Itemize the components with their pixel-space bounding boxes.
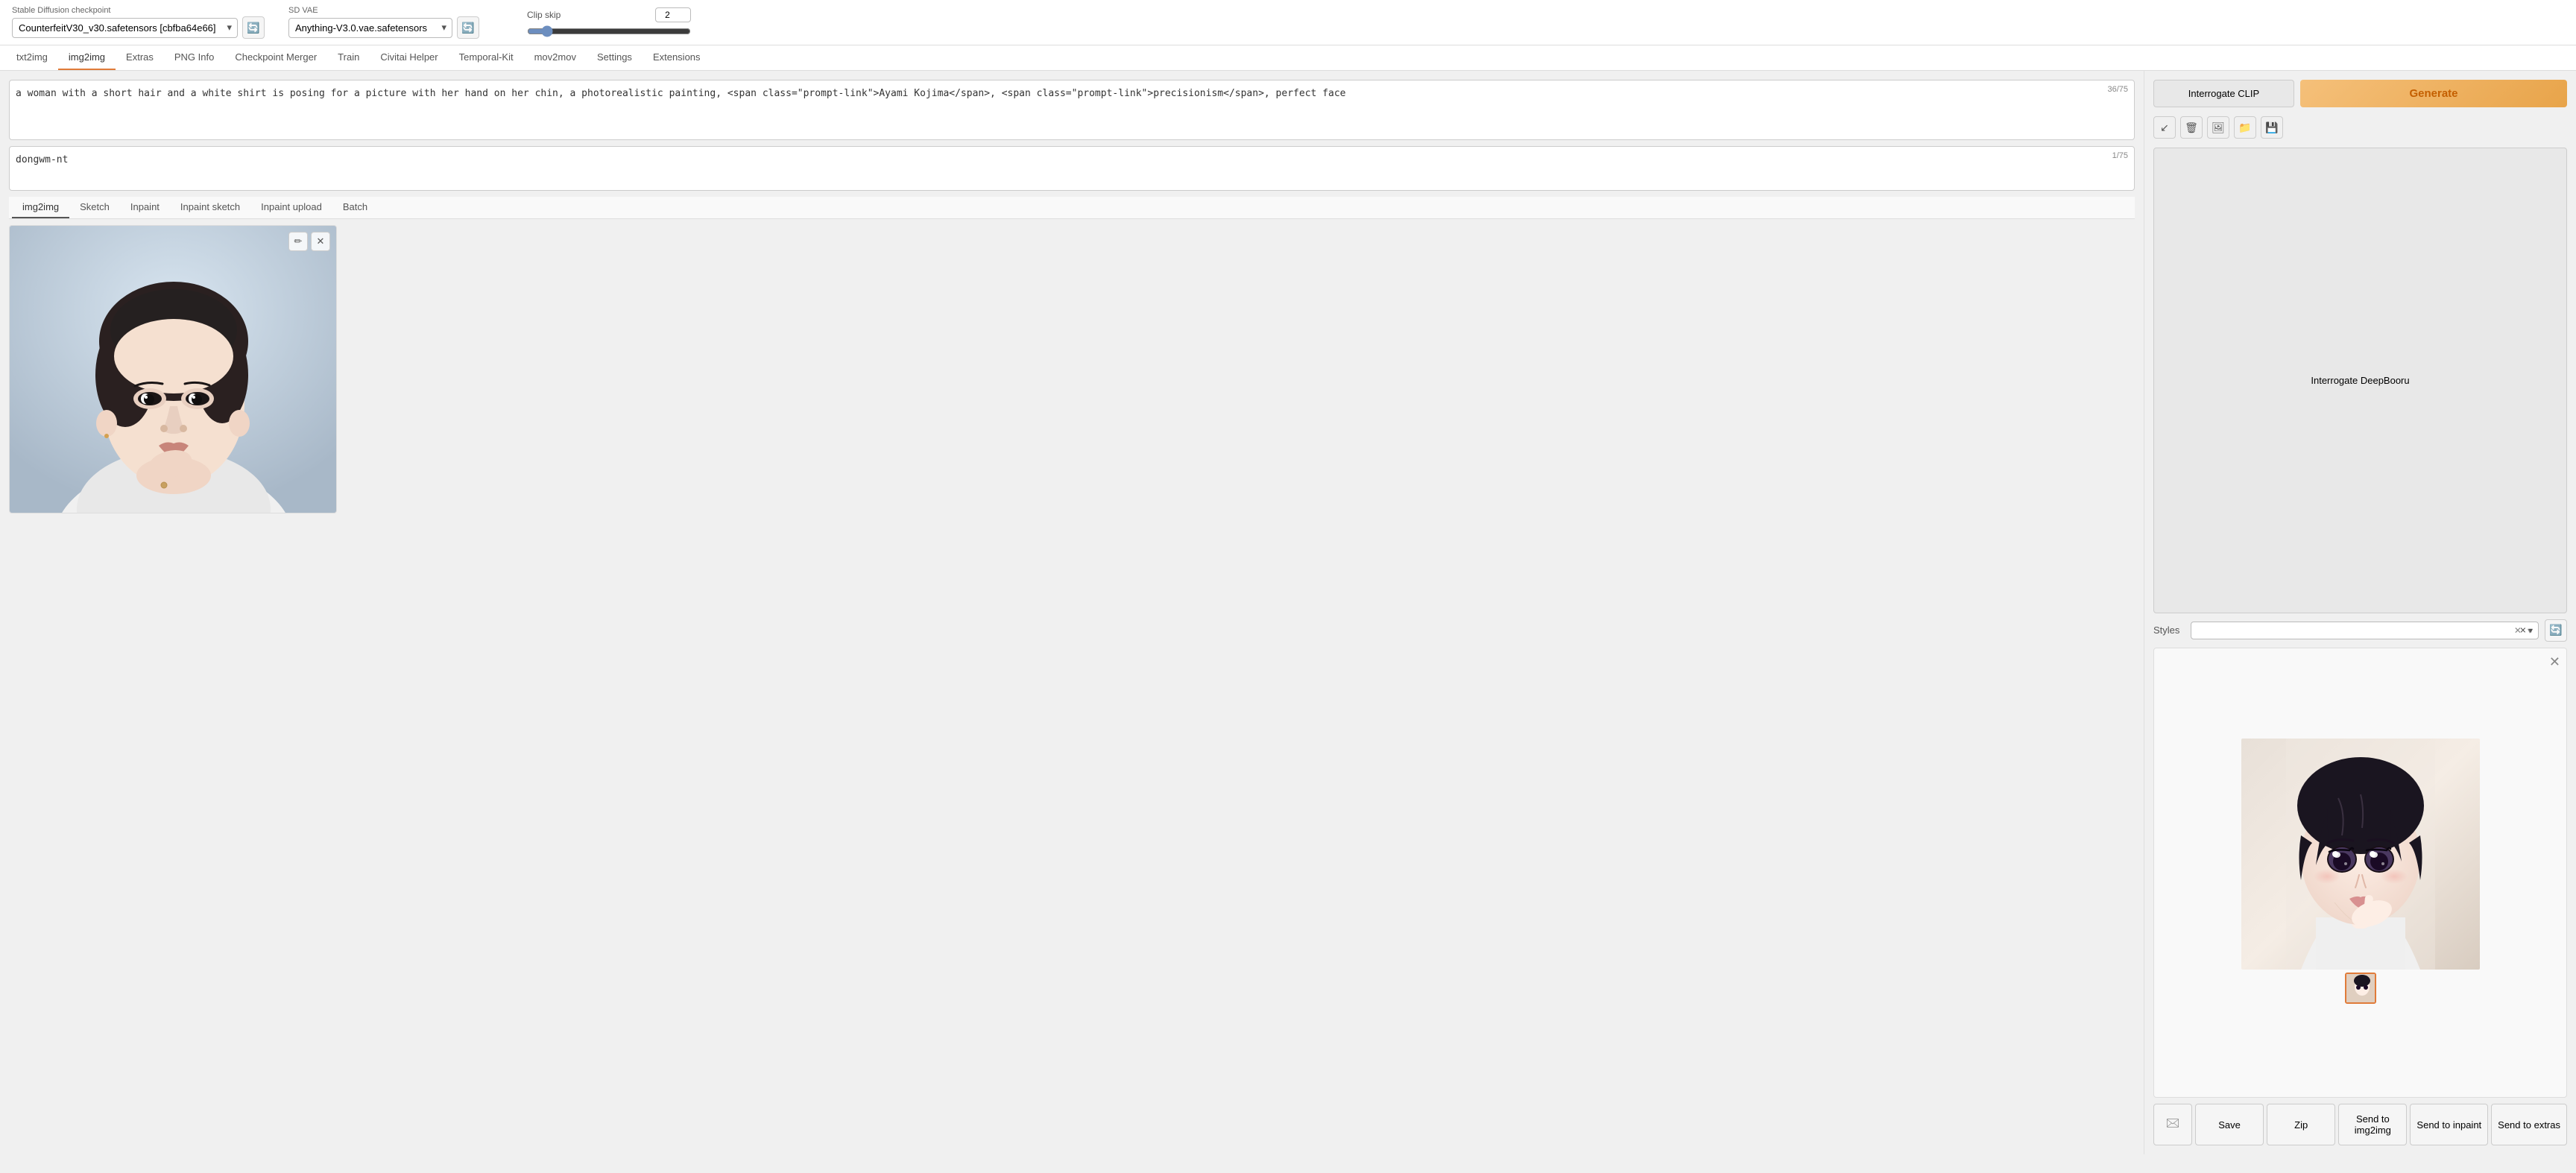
toolbar-icons: ↙ 🗑 🖼 📁 💾 [2153,113,2567,142]
clip-skip-header: Clip skip [527,7,691,22]
styles-row: Styles ✕ ▾ 🔄 [2153,619,2567,642]
send-to-img2img-icon-btn[interactable]: ↙ [2153,116,2176,139]
subtab-inpaint-upload[interactable]: Inpaint upload [250,197,332,218]
checkpoint-label: Stable Diffusion checkpoint [12,6,265,15]
subtab-batch[interactable]: Batch [332,197,378,218]
generated-image-svg [2241,739,2480,970]
vae-section: SD VAE Anything-V3.0.vae.safetensors 🔄 [288,6,479,39]
right-panel: Interrogate CLIP Generate ↙ 🗑 🖼 📁 💾 Inte… [2144,71,2576,1154]
vae-refresh-btn[interactable]: 🔄 [457,16,479,39]
send-to-img2img-btn[interactable]: Send to img2img [2338,1104,2407,1145]
interrogate-clip-btn[interactable]: Interrogate CLIP [2153,80,2294,107]
subtab-sketch[interactable]: Sketch [69,197,120,218]
zip-icon-btn[interactable]: 💾 [2261,116,2283,139]
clip-skip-value[interactable] [655,7,691,22]
folder-icon-btn[interactable]: 📁 [2234,116,2256,139]
positive-prompt-area: 36/75 a woman with a short hair and a wh… [9,80,2135,140]
image-edit-btn[interactable]: ✏ [288,232,308,251]
image-icon-btn[interactable]: 🖼 [2207,116,2229,139]
tab-civitai-helper[interactable]: Civitai Helper [370,45,448,70]
checkpoint-select-container[interactable]: CounterfeitV30_v30.safetensors [cbfba64e… [12,18,238,38]
checkpoint-section: Stable Diffusion checkpoint CounterfeitV… [12,6,265,39]
vae-select-wrap: Anything-V3.0.vae.safetensors 🔄 [288,16,479,39]
subtab-inpaint-sketch[interactable]: Inpaint sketch [170,197,250,218]
tab-mov2mov[interactable]: mov2mov [524,45,587,70]
tab-settings[interactable]: Settings [587,45,643,70]
tab-txt2img[interactable]: txt2img [6,45,58,70]
negative-prompt-textarea[interactable]: dongwm-nt [16,153,2128,182]
checkpoint-select[interactable]: CounterfeitV30_v30.safetensors [cbfba64e… [12,18,238,38]
vae-label: SD VAE [288,6,479,15]
clip-skip-label: Clip skip [527,10,561,20]
open-folder-btn[interactable]: 🖂 [2153,1104,2192,1145]
interrogate-deepbooru-btn[interactable]: Interrogate DeepBooru [2153,148,2567,613]
subtab-inpaint[interactable]: Inpaint [120,197,170,218]
checkpoint-refresh-btn[interactable]: 🔄 [242,16,265,39]
nav-tabs: txt2img img2img Extras PNG Info Checkpoi… [0,45,2576,71]
styles-label: Styles [2153,625,2185,636]
output-thumb-1[interactable] [2345,973,2376,1004]
left-panel: 36/75 a woman with a short hair and a wh… [0,71,2144,1154]
top-bar: Stable Diffusion checkpoint CounterfeitV… [0,0,2576,45]
tab-extras[interactable]: Extras [116,45,164,70]
tab-png-info[interactable]: PNG Info [164,45,224,70]
trash-icon-btn[interactable]: 🗑 [2180,116,2203,139]
checkpoint-select-wrap: CounterfeitV30_v30.safetensors [cbfba64e… [12,16,265,39]
source-image [10,226,337,513]
vae-select[interactable]: Anything-V3.0.vae.safetensors [288,18,452,38]
positive-prompt-textarea[interactable]: a woman with a short hair and a white sh… [16,86,2128,131]
folder-open-icon: 🖂 [2166,1115,2180,1135]
styles-clear-icon[interactable]: ✕ [2514,625,2522,636]
main-layout: 36/75 a woman with a short hair and a wh… [0,71,2576,1154]
styles-refresh-btn[interactable]: 🔄 [2545,619,2567,642]
tab-extensions[interactable]: Extensions [643,45,711,70]
clip-skip-slider[interactable] [527,25,691,37]
thumb-svg [2346,974,2376,1004]
tab-checkpoint-merger[interactable]: Checkpoint Merger [224,45,327,70]
send-to-inpaint-btn[interactable]: Send to inpaint [2410,1104,2488,1145]
tab-img2img[interactable]: img2img [58,45,116,70]
image-area: ✏ ✕ [9,225,2135,513]
send-to-extras-btn[interactable]: Send to extras [2491,1104,2567,1145]
tab-temporal-kit[interactable]: Temporal-Kit [449,45,524,70]
zip-btn[interactable]: Zip [2267,1104,2335,1145]
save-btn[interactable]: Save [2195,1104,2264,1145]
output-image-wrap: ✕ [2153,648,2567,1098]
subtab-img2img[interactable]: img2img [12,197,69,218]
vae-select-container[interactable]: Anything-V3.0.vae.safetensors [288,18,452,38]
image-controls: ✏ ✕ [288,232,330,251]
source-image-svg [10,226,337,513]
clip-skip-section: Clip skip [527,7,691,37]
source-image-box[interactable]: ✏ ✕ [9,225,337,513]
image-close-btn[interactable]: ✕ [311,232,330,251]
negative-prompt-area: 1/75 dongwm-nt [9,146,2135,191]
output-close-btn[interactable]: ✕ [2549,654,2560,670]
empty-area [346,225,2135,513]
gen-section: Interrogate CLIP Generate [2153,80,2567,107]
positive-prompt-count: 36/75 [2107,85,2128,94]
output-thumb-strip [2345,970,2376,1007]
tab-train[interactable]: Train [327,45,370,70]
generate-btn[interactable]: Generate [2300,80,2567,107]
styles-select-wrap[interactable]: ✕ ▾ [2191,622,2539,639]
styles-chevron-icon[interactable]: ▾ [2528,625,2532,636]
sub-tabs: img2img Sketch Inpaint Inpaint sketch In… [9,197,2135,219]
generated-image [2241,739,2480,970]
negative-prompt-count: 1/75 [2112,151,2128,160]
action-buttons: 🖂 Save Zip Send to img2img Send to inpai… [2153,1104,2567,1145]
